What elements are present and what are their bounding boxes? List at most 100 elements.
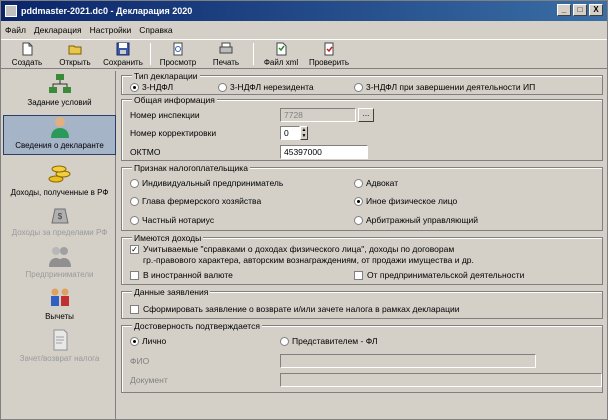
inspection-lookup-button[interactable]: ...	[358, 108, 374, 122]
radio-representative[interactable]: Представителем - ФЛ	[280, 336, 377, 346]
radio-indicator[interactable]	[130, 215, 139, 225]
correction-spinner[interactable]: ▲ ▼	[300, 126, 308, 140]
radio-label: Лично	[142, 336, 167, 346]
maximize-button[interactable]: □	[573, 4, 587, 16]
radio-label: 3-НДФЛ нерезидента	[230, 82, 314, 92]
sidebar-item-income-rf[interactable]: Доходы, полученные в РФ	[3, 163, 116, 199]
menu-file[interactable]: Файл	[5, 25, 26, 35]
radio-label: Частный нотариус	[142, 215, 215, 225]
window-controls: _ □ X	[557, 4, 603, 16]
xml-file-button[interactable]: Файл xml	[257, 40, 305, 68]
radio-label: Иное физическое лицо	[366, 196, 458, 206]
print-button[interactable]: Печать	[202, 40, 250, 68]
group-title: Тип декларации	[132, 71, 200, 81]
refund-statement-checkbox[interactable]: Сформировать заявление о возврате и/или …	[130, 304, 460, 314]
radio-other-individual[interactable]: Иное физическое лицо	[354, 196, 457, 206]
fio-label: ФИО	[130, 356, 150, 366]
person-icon	[50, 117, 69, 138]
floppy-icon	[116, 42, 130, 56]
create-button[interactable]: Создать	[3, 40, 51, 68]
sidebar-item-entrepreneurs[interactable]: Предприниматели	[3, 245, 116, 281]
money-bag-icon: $	[50, 208, 69, 224]
correction-field[interactable]: 0	[280, 126, 300, 140]
radio-indicator[interactable]	[130, 82, 139, 92]
document-label: Документ	[130, 375, 168, 385]
save-label: Сохранить	[103, 58, 143, 67]
foreign-currency-checkbox[interactable]: В иностранной валюте	[130, 270, 233, 280]
menu-bar: Файл Декларация Настройки Справка	[1, 22, 607, 38]
family-icon	[50, 288, 69, 306]
sidebar-item-label: Сведения о декларанте	[15, 141, 104, 150]
group-title: Общая информация	[132, 95, 217, 105]
radio-indicator[interactable]	[218, 82, 227, 92]
coins-icon	[48, 165, 70, 183]
group-title: Имеются доходы	[132, 233, 204, 243]
menu-declaration[interactable]: Декларация	[34, 25, 82, 35]
radio-arbitration-manager[interactable]: Арбитражный управляющий	[354, 215, 478, 225]
radio-indicator[interactable]	[354, 82, 363, 92]
checkbox-label: Сформировать заявление о возврате и/или …	[143, 304, 460, 314]
sidebar-item-tax-refund[interactable]: Зачет/возврат налога	[3, 329, 116, 365]
statement-group: Данные заявления Сформировать заявление …	[121, 287, 603, 319]
checkbox-label-line2: гр.-правового характера, авторским возна…	[143, 255, 474, 265]
document-icon	[53, 329, 67, 351]
radio-label: Индивидуальный предприниматель	[142, 178, 284, 188]
checkbox-indicator[interactable]	[130, 270, 139, 280]
sidebar-item-income-abroad[interactable]: $ Доходы за пределами РФ	[3, 203, 116, 239]
menu-settings[interactable]: Настройки	[90, 25, 132, 35]
declaration-type-group: Тип декларации 3-НДФЛ 3-НДФЛ нерезидента…	[121, 71, 603, 95]
radio-3ndfl[interactable]: 3-НДФЛ	[130, 82, 173, 92]
save-button[interactable]: Сохранить	[99, 40, 147, 68]
radio-private-notary[interactable]: Частный нотариус	[130, 215, 214, 225]
radio-individual-entrepreneur[interactable]: Индивидуальный предприниматель	[130, 178, 283, 188]
app-icon	[5, 5, 17, 17]
radio-indicator[interactable]	[130, 196, 139, 206]
xml-file-icon	[276, 42, 287, 56]
businessmen-icon	[48, 247, 71, 267]
radio-indicator[interactable]	[280, 336, 289, 346]
checkbox-indicator[interactable]: ✓	[130, 244, 139, 254]
radio-indicator[interactable]	[130, 336, 139, 346]
taxpayer-group: Признак налогоплательщика Индивидуальный…	[121, 163, 603, 231]
close-button[interactable]: X	[589, 4, 603, 16]
open-button[interactable]: Открыть	[51, 40, 99, 68]
printer-icon	[219, 42, 233, 54]
correction-label: Номер корректировки	[130, 128, 217, 138]
radio-indicator[interactable]	[354, 178, 363, 188]
radio-farm-head[interactable]: Глава фермерского хозяйства	[130, 196, 261, 206]
preview-button[interactable]: Просмотр	[154, 40, 202, 68]
checkbox-label: В иностранной валюте	[143, 270, 233, 280]
income-group: Имеются доходы ✓ Учитываемые "справками …	[121, 233, 603, 285]
oktmo-field[interactable]: 45397000	[280, 145, 368, 159]
radio-indicator[interactable]	[130, 178, 139, 188]
sidebar-item-declarant[interactable]: Сведения о декларанте	[3, 115, 116, 155]
radio-indicator[interactable]	[354, 215, 363, 225]
inspection-field[interactable]: 7728	[280, 108, 356, 122]
checkbox-indicator[interactable]	[130, 304, 139, 314]
general-info-group: Общая информация Номер инспекции 7728 ..…	[121, 95, 603, 161]
checkbox-indicator[interactable]	[354, 270, 363, 280]
minimize-button[interactable]: _	[557, 4, 571, 16]
radio-label: Арбитражный управляющий	[366, 215, 479, 225]
radio-personally[interactable]: Лично	[130, 336, 166, 346]
radio-3ndfl-nonresident[interactable]: 3-НДФЛ нерезидента	[218, 82, 314, 92]
sidebar-item-deductions[interactable]: Вычеты	[3, 287, 116, 323]
menu-help[interactable]: Справка	[139, 25, 172, 35]
sidebar-item-conditions[interactable]: Задание условий	[3, 73, 116, 113]
check-doc-icon	[324, 42, 334, 56]
fio-field[interactable]	[280, 354, 536, 368]
radio-lawyer[interactable]: Адвокат	[354, 178, 398, 188]
new-file-icon	[22, 42, 33, 56]
open-label: Открыть	[59, 58, 91, 67]
title-bar[interactable]: pddmaster-2021.dc0 - Декларация 2020 _ □…	[1, 1, 607, 21]
sidebar-item-label: Предприниматели	[25, 270, 94, 279]
income-certificates-checkbox[interactable]: ✓ Учитываемые "справками о доходах физич…	[130, 244, 454, 254]
business-activity-checkbox[interactable]: От предпринимательской деятельности	[354, 270, 524, 280]
svg-text:$: $	[57, 212, 62, 221]
document-field[interactable]	[280, 373, 602, 387]
radio-indicator[interactable]	[354, 196, 363, 206]
radio-3ndfl-ip-closure[interactable]: 3-НДФЛ при завершении деятельности ИП	[354, 82, 535, 92]
toolbar-separator	[150, 43, 151, 65]
window-title: pddmaster-2021.dc0 - Декларация 2020	[21, 6, 193, 16]
check-button[interactable]: Проверить	[305, 40, 353, 68]
